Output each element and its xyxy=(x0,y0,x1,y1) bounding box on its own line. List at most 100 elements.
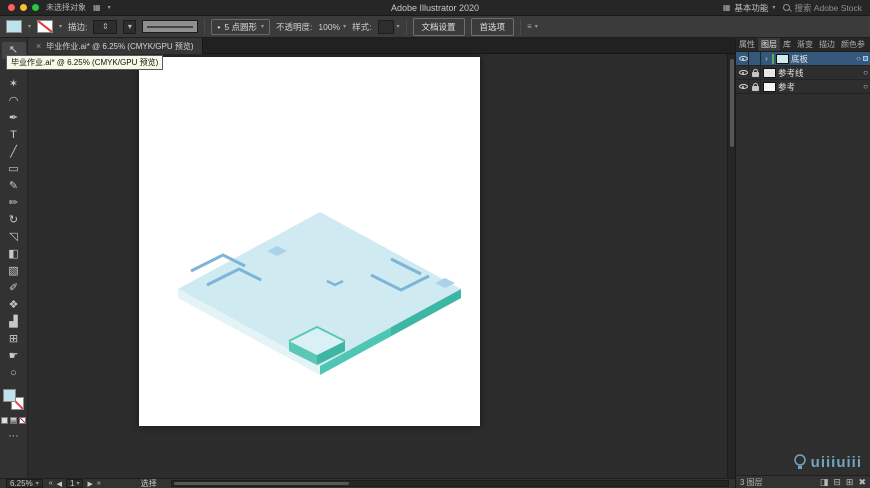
tab-color-guide[interactable]: 颜色参 xyxy=(838,38,868,51)
lock-cell[interactable] xyxy=(751,80,761,93)
artwork-canvas[interactable] xyxy=(139,57,480,426)
horizontal-scrollbar[interactable] xyxy=(170,480,729,487)
more-options[interactable]: ≡ ▾ xyxy=(527,22,538,31)
layers-panel-footer: 3 图层 ◨ ⊟ ⊞ ✖ xyxy=(736,475,870,488)
graph-tool[interactable]: ▟ xyxy=(2,314,26,331)
status-readout: 选择 xyxy=(140,479,157,488)
none-chip[interactable] xyxy=(19,417,26,424)
hand-tool[interactable]: ☛ xyxy=(2,348,26,365)
stroke-color-swatch[interactable] xyxy=(37,20,54,33)
stroke-weight-stepper[interactable]: ⇕ xyxy=(93,19,118,34)
selection-status: 未选择对象 xyxy=(46,3,86,12)
artboard-number-select[interactable]: 1 ▾ xyxy=(66,479,84,488)
lasso-tool[interactable]: ◠ xyxy=(2,93,26,110)
close-tab-icon[interactable]: × xyxy=(36,41,41,51)
last-artboard-icon[interactable]: » xyxy=(97,480,101,487)
tab-stroke[interactable]: 描边 xyxy=(816,38,838,51)
stock-search[interactable]: 搜索 Adobe Stock xyxy=(783,2,862,14)
fill-color-caret-icon[interactable]: ▾ xyxy=(28,23,31,30)
illustrator-window: 未选择对象 ▦ ▾ Adobe Illustrator 2020 ▦ 基本功能 … xyxy=(0,0,870,488)
pen-tool[interactable]: ✒ xyxy=(2,110,26,127)
layer-row-base[interactable]: › 底板 ○ xyxy=(736,52,870,66)
fill-color-swatch[interactable] xyxy=(6,20,22,33)
watermark-text: uiiiuiii xyxy=(810,454,862,471)
new-layer-icon[interactable]: ⊞ xyxy=(846,477,854,488)
tab-properties[interactable]: 属性 xyxy=(736,38,758,51)
shape-builder-tool[interactable]: ◧ xyxy=(2,246,26,263)
new-sublayer-icon[interactable]: ⊟ xyxy=(833,477,841,488)
chevron-down-icon: ▾ xyxy=(76,481,80,487)
expand-chevron-icon[interactable]: › xyxy=(763,54,770,63)
magic-wand-tool[interactable]: ✶ xyxy=(2,76,26,93)
opacity-value: 100% xyxy=(318,21,341,32)
stroke-profile-preview xyxy=(147,25,194,28)
workspace-label: 基本功能 xyxy=(734,2,769,13)
edit-toolbar-ellipsis[interactable]: ⋯ xyxy=(9,431,19,442)
panel-empty-area: uiiiuiii xyxy=(736,94,870,475)
paintbrush-tool[interactable]: ✎ xyxy=(2,178,26,195)
brush-name: 5 点圆形 xyxy=(224,21,257,32)
tab-libraries[interactable]: 库 xyxy=(780,38,794,51)
app-home-icon[interactable]: ▦ xyxy=(93,3,101,12)
tab-gradient[interactable]: 渐变 xyxy=(794,38,816,51)
next-artboard-icon[interactable]: ▶ xyxy=(87,480,92,488)
lock-cell[interactable] xyxy=(751,52,761,65)
stroke-weight-caret[interactable]: ▾ xyxy=(123,19,137,34)
document-tab-title: 毕业作业.ai* @ 6.25% (CMYK/GPU 预览) xyxy=(46,41,194,51)
layer-row-reference[interactable]: 参考 ○ xyxy=(736,80,870,94)
fill-well[interactable] xyxy=(3,389,16,402)
layer-row-guides[interactable]: 参考线 ○ xyxy=(736,66,870,80)
type-tool[interactable]: T xyxy=(2,127,26,144)
vertical-scrollbar[interactable] xyxy=(727,54,735,479)
gradient-tool[interactable]: ▧ xyxy=(2,263,26,280)
artboard-tool[interactable]: ⊞ xyxy=(2,331,26,348)
visibility-cell[interactable] xyxy=(738,52,749,65)
rectangle-tool[interactable]: ▭ xyxy=(2,161,26,178)
visibility-cell[interactable] xyxy=(738,80,749,93)
prev-artboard-icon[interactable]: ◀ xyxy=(57,480,62,488)
document-setup-button[interactable]: 文档设置 xyxy=(412,17,465,36)
preferences-button[interactable]: 首选项 xyxy=(470,17,515,36)
eyedropper-tool[interactable]: ✐ xyxy=(2,280,26,297)
selection-chip[interactable] xyxy=(863,56,868,61)
make-mask-icon[interactable]: ◨ xyxy=(820,477,829,488)
horizontal-scrollbar-thumb[interactable] xyxy=(173,482,349,485)
zoom-level-select[interactable]: 6.25% ▾ xyxy=(6,479,43,488)
visibility-cell[interactable] xyxy=(738,66,749,79)
color-chip[interactable] xyxy=(1,417,8,424)
vertical-scrollbar-thumb[interactable] xyxy=(730,59,734,147)
tools-panel: ↖ ↖ ✶ ◠ ✒ T ╱ ▭ ✎ ✏ ↻ ◹ ◧ ▧ ✐ ❖ ▟ ⊞ ☛ ○ … xyxy=(0,38,28,479)
workspace-icon: ▦ xyxy=(722,3,731,12)
zoom-tool[interactable]: ○ xyxy=(2,365,26,382)
artboard[interactable] xyxy=(139,57,480,426)
workspace-switcher[interactable]: ▦ 基本功能 ▾ xyxy=(723,2,776,14)
layer-thumbnail xyxy=(763,67,776,78)
gradient-chip[interactable] xyxy=(10,417,17,424)
pencil-tool[interactable]: ✏ xyxy=(2,195,26,212)
zoom-value: 6.25% xyxy=(10,479,33,488)
canvas[interactable] xyxy=(28,54,727,479)
line-segment-tool[interactable]: ╱ xyxy=(2,144,26,161)
rotate-tool[interactable]: ↻ xyxy=(2,212,26,229)
opacity-select[interactable]: 100% ▾ xyxy=(318,22,346,32)
tab-layers[interactable]: 图层 xyxy=(758,38,780,51)
stroke-color-caret-icon[interactable]: ▾ xyxy=(59,23,62,30)
brush-definition-select[interactable]: • 5 点圆形 ▾ xyxy=(211,18,270,35)
lock-cell[interactable] xyxy=(751,66,761,79)
target-circle-icon[interactable]: ○ xyxy=(856,54,861,63)
scale-tool[interactable]: ◹ xyxy=(2,229,26,246)
blend-tool[interactable]: ❖ xyxy=(2,297,26,314)
target-circle-icon[interactable]: ○ xyxy=(863,82,868,91)
close-button[interactable] xyxy=(8,4,15,11)
delete-layer-icon[interactable]: ✖ xyxy=(858,477,866,488)
style-select[interactable]: ▾ xyxy=(377,19,400,34)
target-circle-icon[interactable]: ○ xyxy=(863,68,868,77)
chevron-down-icon: ▾ xyxy=(35,481,39,487)
zoom-button[interactable] xyxy=(32,4,39,11)
minimize-button[interactable] xyxy=(20,4,27,11)
chevron-down-icon[interactable]: ▾ xyxy=(108,4,111,11)
window-controls xyxy=(8,4,39,11)
first-artboard-icon[interactable]: « xyxy=(49,480,53,487)
document-tab[interactable]: × 毕业作业.ai* @ 6.25% (CMYK/GPU 预览) xyxy=(28,38,203,54)
stroke-profile-select[interactable] xyxy=(142,20,199,33)
